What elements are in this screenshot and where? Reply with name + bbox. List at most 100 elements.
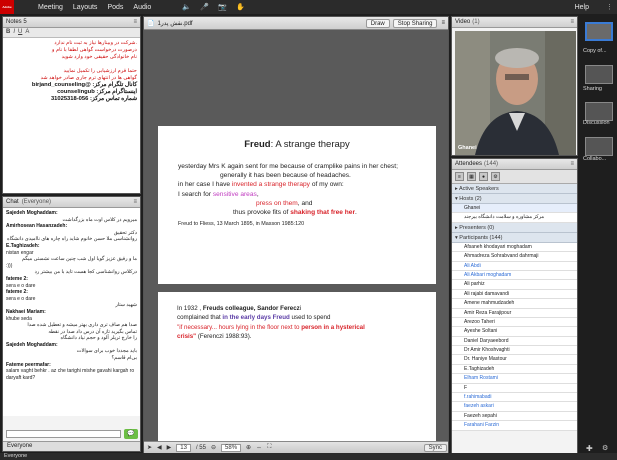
list-item[interactable]: مرکز مشاوره و سلامت دانشگاه بیرجند [452, 213, 577, 223]
layout-thumbnail[interactable] [585, 137, 613, 156]
share-header: 📄 نقش پدر1.pdf Draw Stop Sharing ≡ [144, 17, 448, 30]
pod-options-icon[interactable]: ≡ [133, 19, 137, 25]
chat-sender: Sajedeh Moghaddam: [6, 341, 58, 348]
list-item[interactable]: Ali rajabi damavandi [452, 289, 577, 300]
zoom-out-icon[interactable]: ⊖ [211, 444, 216, 451]
layout-label: Discussion [583, 120, 610, 126]
participants-section[interactable]: ▾ Participants (144) [452, 232, 577, 243]
attendees-header: Attendees (144) ≡ [452, 159, 577, 170]
sync-button[interactable]: Sync [423, 443, 447, 452]
chat-text: درکلاس روانشناسی کجا هست تاید با من بیشت… [34, 269, 137, 276]
list-item[interactable]: Ahmadreza Sohrabvand dahrmaji [452, 252, 577, 262]
list-item[interactable]: Farahani Farzin [452, 421, 577, 431]
chat-header: Chat (Everyone) ≡ [3, 197, 140, 208]
chat-sender: E.Taghizadeh: [6, 242, 40, 249]
menu-layouts[interactable]: Layouts [73, 4, 98, 11]
zoom-in-icon[interactable]: ⊕ [246, 444, 251, 451]
video-image [455, 31, 576, 155]
chat-message: روانشناسی ملا حسن خانوم شاید راه چاره ها… [6, 236, 137, 243]
raise-hand-icon[interactable]: ✋ [235, 3, 245, 11]
chat-sender: fateme 2: [6, 275, 28, 282]
chat-text: روانشناسی ملا حسن خانوم شاید راه چاره ها… [7, 236, 137, 243]
list-item[interactable]: Ali Akbari moghadam [452, 270, 577, 281]
layout-thumbnail[interactable] [585, 22, 613, 41]
list-item[interactable]: Elham Rostami [452, 374, 577, 384]
presenters-section[interactable]: ▸ Presenters (0) [452, 222, 577, 233]
chat-sender: Sajedeh Moghaddam: [6, 210, 58, 216]
chat-input[interactable] [6, 430, 121, 438]
document-viewer[interactable]: Freud: A strange therapy yesterday Mrs K… [144, 30, 448, 442]
menu-pods[interactable]: Pods [107, 4, 123, 11]
list-item[interactable]: Amir Reza Farajipour [452, 308, 577, 318]
help-menu[interactable]: Help [575, 4, 589, 11]
video-pod: Video (1) ≡ Ghanei [451, 16, 578, 156]
list-item[interactable]: Ghanei [452, 204, 577, 214]
list-item[interactable]: faezeh askari [452, 402, 577, 412]
menu-audio[interactable]: Audio [133, 4, 151, 11]
page-total: / 55 [195, 444, 206, 451]
zoom-select[interactable]: 58% [221, 443, 242, 452]
send-message-button[interactable]: 💬 [124, 429, 138, 439]
chat-message: :))) [6, 263, 137, 270]
fullscreen-icon[interactable]: ⛶ [267, 444, 271, 451]
list-item[interactable]: F [452, 383, 577, 394]
list-item[interactable]: Amene mahmudzadeh [452, 299, 577, 309]
text-color-icon[interactable]: A [25, 29, 29, 36]
bold-icon[interactable]: B [6, 29, 10, 36]
list-item[interactable]: E.Taghizadeh [452, 364, 577, 375]
video-username: Ghanei [458, 145, 477, 151]
webcam-video[interactable]: Ghanei [455, 31, 576, 155]
webcam-icon[interactable]: 📷 [217, 3, 227, 11]
list-item[interactable]: f.rahimabadi [452, 393, 577, 403]
chat-text: sera e o dare [6, 282, 36, 289]
layout-label: Sharing [583, 86, 602, 92]
notes-text[interactable]: .شرکت در وبینارها نیاز به ثبت نام ندارد د… [3, 38, 140, 193]
next-page-icon[interactable]: ▶ [167, 444, 172, 451]
active-speakers-row[interactable]: ▸ Active Speakers [452, 184, 577, 194]
grid-view-icon[interactable]: ▦ [467, 172, 476, 181]
pointer-icon[interactable]: ➤ [147, 444, 152, 451]
fit-width-icon[interactable]: ⇔ [256, 445, 262, 451]
microphone-icon[interactable]: 🎤 [199, 3, 209, 11]
layout-thumbnail[interactable] [585, 65, 613, 84]
list-item[interactable]: Dr. Haniye Mastour [452, 355, 577, 365]
pod-options-icon[interactable]: ≡ [570, 161, 574, 167]
chat-text: khube seda [6, 315, 32, 322]
more-options-icon[interactable]: ⋮ [606, 3, 613, 11]
list-item[interactable]: Daniel Daryaeebord [452, 336, 577, 347]
layout-settings-icon[interactable]: ⚙ [602, 444, 608, 452]
adobe-logo: Adobe [0, 0, 14, 14]
status-icon[interactable]: ● [479, 172, 488, 181]
list-item[interactable]: Ali Abdi [452, 261, 577, 271]
document-icon: 📄 [147, 20, 155, 27]
list-item[interactable]: Dr Amir Khoshvaghti [452, 346, 577, 356]
draw-button[interactable]: Draw [365, 18, 390, 28]
underline-icon[interactable]: U [18, 29, 22, 36]
settings-icon[interactable]: ⚙ [491, 172, 500, 181]
pod-options-icon[interactable]: ≡ [441, 20, 445, 26]
stop-sharing-button[interactable]: Stop Sharing [392, 18, 438, 28]
list-item[interactable]: Faezeh sepahi [452, 411, 577, 422]
menu-meeting[interactable]: Meeting [38, 4, 63, 11]
list-item[interactable]: Afsaneh khodayari moghadam [452, 242, 577, 253]
pod-options-icon[interactable]: ≡ [570, 19, 574, 25]
chat-tab-everyone[interactable]: Everyone [3, 441, 140, 451]
add-layout-icon[interactable]: ✚ [586, 444, 593, 453]
chat-message: fateme 2: sera e o dare [6, 276, 137, 289]
page-number-input[interactable]: 13 [176, 443, 191, 452]
chat-message: بی‌ام قاسم؟ [6, 355, 137, 362]
list-item[interactable]: Ali parhiz [452, 280, 577, 290]
hosts-section[interactable]: ▾ Hosts (2) [452, 194, 577, 204]
list-view-icon[interactable]: ≡ [455, 172, 464, 181]
layout-thumbnail[interactable] [585, 102, 613, 121]
prev-page-icon[interactable]: ◀ [157, 444, 162, 451]
list-item[interactable]: Arezoo Taheri [452, 317, 577, 328]
notes-toolbar: B I U A [3, 28, 140, 38]
list-item[interactable]: Ayeshe Soltani [452, 327, 577, 337]
pod-options-icon[interactable]: ≡ [133, 199, 137, 205]
chat-message: E.Taghizadeh: nistan engar [6, 243, 137, 256]
speaker-icon[interactable]: 🔈 [181, 3, 191, 11]
chat-text: شهید ستار [115, 302, 137, 309]
italic-icon[interactable]: I [13, 29, 15, 36]
slide-body: In 1932 , Freuds colleague, Sandor Ferec… [177, 305, 365, 341]
